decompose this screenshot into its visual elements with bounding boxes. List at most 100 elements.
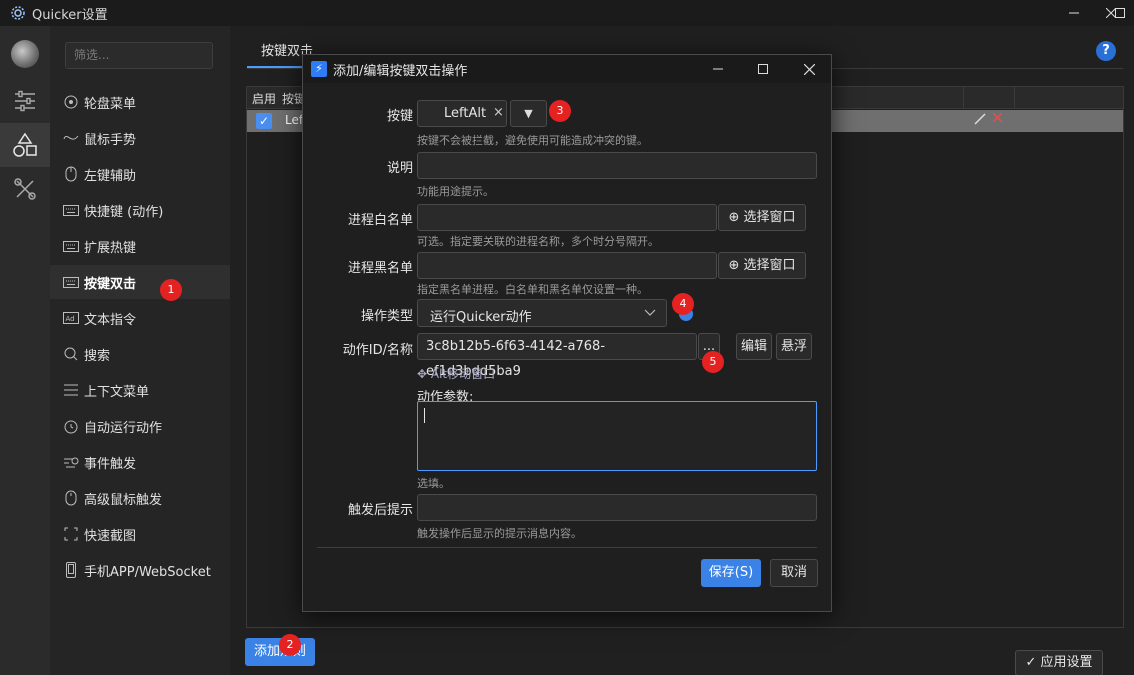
menu-item-advanced-mouse[interactable]: 高级鼠标触发: [50, 481, 230, 515]
blacklist-pick-window-button[interactable]: ⊕ 选择窗口: [718, 252, 806, 279]
pencil-icon[interactable]: [974, 113, 986, 128]
menu-item-ext-hotkey[interactable]: 扩展热键: [50, 229, 230, 263]
filter-input[interactable]: 筛选...: [65, 42, 213, 69]
cancel-button[interactable]: 取消: [770, 559, 818, 587]
menu-item-mobile-app[interactable]: 手机APP/WebSocket: [50, 553, 230, 587]
shapes-icon[interactable]: [0, 123, 50, 167]
desc-input[interactable]: [417, 152, 817, 179]
pick-window-label: 选择窗口: [743, 258, 796, 273]
search-icon: [63, 346, 79, 362]
keyboard-icon: [63, 202, 79, 218]
move-icon: ✥: [417, 367, 428, 381]
svg-text:Ad: Ad: [66, 315, 75, 323]
action-params-textarea[interactable]: [417, 401, 817, 471]
annotation-marker-2: 2: [279, 634, 301, 656]
check-icon: ✓: [1025, 655, 1041, 670]
blacklist-label: 进程黑名单: [347, 261, 413, 276]
help-button[interactable]: ?: [1096, 41, 1116, 61]
keyboard-icon: [63, 238, 79, 254]
crosshair-icon: ⊕: [728, 258, 740, 273]
menu-item-label: 手机APP/WebSocket: [84, 564, 211, 580]
dialog-maximize-button[interactable]: [743, 55, 783, 83]
after-tip-label: 触发后提示: [347, 503, 413, 518]
action-float-button[interactable]: 悬浮: [776, 333, 812, 360]
menu-item-label: 扩展热键: [84, 240, 137, 256]
mouse-icon: [63, 166, 79, 182]
menu-item-label: 轮盘菜单: [84, 96, 137, 112]
menu-item-label: 鼠标手势: [84, 132, 137, 148]
menu-item-event-trigger[interactable]: 事件触发: [50, 445, 230, 479]
menu-item-left-click[interactable]: 左键辅助: [50, 157, 230, 191]
whitelist-pick-window-button[interactable]: ⊕ 选择窗口: [718, 204, 806, 231]
after-tip-input[interactable]: [417, 494, 817, 521]
tools-icon[interactable]: [0, 167, 50, 211]
menu-item-text-command[interactable]: Ad 文本指令: [50, 301, 230, 335]
annotation-marker-5: 5: [702, 351, 724, 373]
menu-item-label: 上下文菜单: [84, 384, 150, 400]
column-header-enabled[interactable]: 启用: [252, 90, 276, 107]
op-type-value: 运行Quicker动作: [430, 310, 532, 325]
menu-item-auto-run[interactable]: 自动运行动作: [50, 409, 230, 443]
text-caret: [424, 408, 425, 423]
close-button[interactable]: [1088, 0, 1134, 26]
apply-settings-button[interactable]: ✓ 应用设置: [1015, 650, 1103, 675]
column-divider: [1014, 87, 1015, 109]
circle-dot-icon: [63, 94, 79, 110]
key-label: 按键: [386, 109, 413, 124]
row-key: Lef: [285, 113, 304, 127]
key-value: LeftAlt: [444, 106, 487, 121]
menu-item-wheel[interactable]: 轮盘菜单: [50, 85, 230, 119]
menu-item-context-menu[interactable]: 上下文菜单: [50, 373, 230, 407]
avatar[interactable]: [11, 40, 39, 68]
alt-move-label: Alt移动窗口: [430, 367, 496, 381]
dialog-minimize-button[interactable]: [698, 55, 738, 83]
gesture-icon: [63, 130, 79, 146]
window-title: Quicker设置: [32, 7, 108, 23]
edit-dialog: ⚡ 添加/编辑按键双击操作 按键 LeftAlt × ▼ 按键不会被拦截，避免使…: [302, 54, 832, 612]
chevron-down-icon: [644, 307, 656, 320]
blacklist-hint: 指定黑名单进程。白名单和黑名单仅设置一种。: [417, 283, 648, 296]
gear-icon: [10, 5, 26, 21]
dialog-footer-divider: [317, 547, 817, 548]
title-bar: Quicker设置: [0, 0, 1134, 26]
save-button[interactable]: 保存(S): [701, 559, 761, 587]
menu-item-hotkey-action[interactable]: 快捷键 (动作): [50, 193, 230, 227]
sliders-icon[interactable]: [0, 79, 50, 123]
op-type-label: 操作类型: [360, 309, 413, 324]
blacklist-input[interactable]: [417, 252, 717, 279]
desc-label: 说明: [386, 161, 413, 176]
menu-icon: [63, 382, 79, 398]
dialog-close-button[interactable]: [789, 55, 829, 83]
keyboard-icon: [63, 274, 79, 290]
menu-item-label: 左键辅助: [84, 168, 137, 184]
whitelist-hint: 可选。指定要关联的进程名称，多个时分号隔开。: [417, 235, 659, 248]
event-icon: [63, 454, 79, 470]
menu-item-label: 快捷键 (动作): [84, 204, 164, 220]
clear-key-button[interactable]: ×: [493, 105, 504, 120]
whitelist-input[interactable]: [417, 204, 717, 231]
annotation-marker-1: 1: [160, 279, 182, 301]
desc-hint: 功能用途提示。: [417, 185, 494, 198]
op-type-select[interactable]: 运行Quicker动作: [417, 299, 667, 327]
phone-icon: [63, 562, 79, 578]
screenshot-icon: [63, 526, 79, 542]
key-dropdown-button[interactable]: ▼: [510, 100, 547, 127]
menu-item-label: 文本指令: [84, 312, 137, 328]
ad-text-icon: Ad: [63, 310, 79, 326]
menu-item-screenshot[interactable]: 快速截图: [50, 517, 230, 551]
menu-item-label: 高级鼠标触发: [84, 492, 163, 508]
quicker-logo-icon: ⚡: [311, 61, 327, 77]
column-divider: [963, 87, 964, 109]
menu-item-key-double-click[interactable]: 按键双击: [50, 265, 230, 299]
action-id-input[interactable]: 3c8b12b5-6f63-4142-a768-ef1d3bdd5ba9: [417, 333, 697, 379]
enabled-checkbox[interactable]: ✓: [256, 113, 272, 129]
apply-settings-label: 应用设置: [1040, 655, 1093, 670]
action-edit-button[interactable]: 编辑: [736, 333, 772, 360]
mouse-icon: [63, 490, 79, 506]
delete-icon[interactable]: [992, 112, 1003, 127]
menu-item-search[interactable]: 搜索: [50, 337, 230, 371]
key-input[interactable]: LeftAlt ×: [417, 100, 507, 127]
menu-item-gesture[interactable]: 鼠标手势: [50, 121, 230, 155]
whitelist-label: 进程白名单: [347, 213, 413, 228]
alt-move-window[interactable]: ✥ Alt移动窗口: [417, 365, 495, 382]
